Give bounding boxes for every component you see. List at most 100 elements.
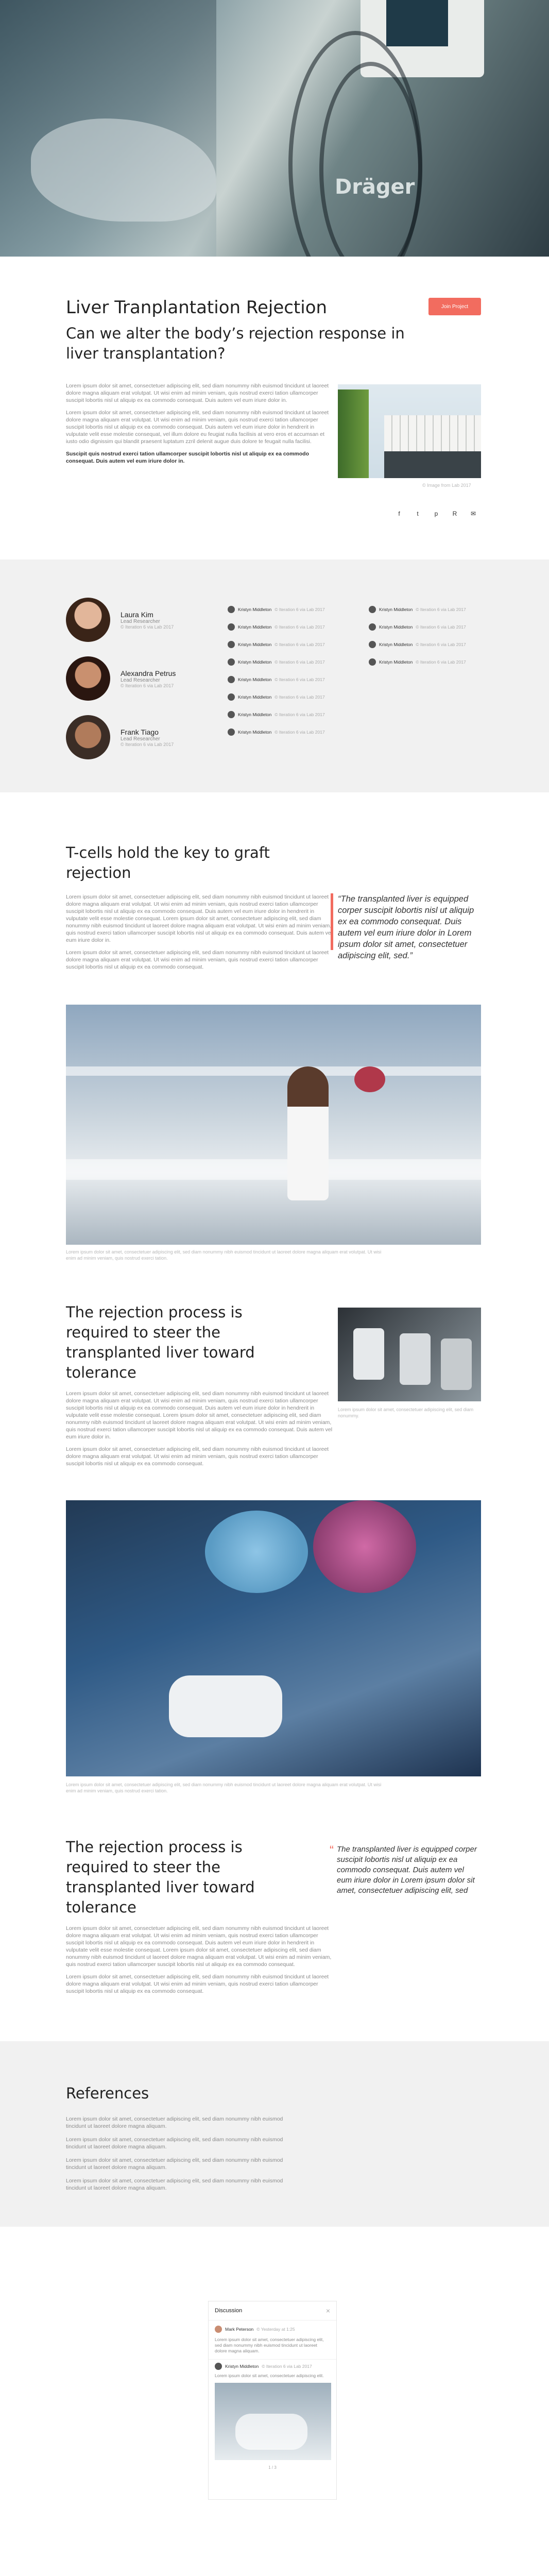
share-bar: f t p R ✉ (396, 510, 477, 517)
intro-paragraph-2: Lorem ipsum dolor sit amet, consectetuer… (66, 410, 329, 445)
lab-bench (66, 1159, 481, 1180)
tcells-pull-quote: “The transplanted liver is equipped corp… (338, 894, 474, 960)
activity-item[interactable]: Kristyn Middleton © Iteration 6 via Lab 2… (228, 676, 346, 683)
avatar (228, 728, 235, 736)
avatar (369, 623, 376, 631)
discussion-panel: Discussion × Mark Peterson © Yesterday at… (208, 2301, 337, 2500)
quote-mark-icon: “ (330, 1843, 334, 1857)
process-heading-1: The rejection process is required to ste… (66, 1303, 255, 1381)
activity-column-1: Kristyn Middleton © Iteration 6 via Lab 2… (228, 606, 346, 736)
microscope-caption: Lorem ipsum dolor sit amet, consectetuer… (338, 1407, 474, 1418)
member-meta: © Iteration 6 via Lab 2017 (121, 624, 174, 630)
process2-pull-quote: The transplanted liver is equipped corpe… (337, 1845, 477, 1895)
surgery-caption: Lorem ipsum dolor sit amet, consectetuer… (66, 1782, 382, 1793)
building-image (338, 384, 481, 478)
process-heading-2: The rejection process is required to ste… (66, 1838, 255, 1916)
avatar (369, 606, 376, 613)
process-text-2: Lorem ipsum dolor sit amet, consectetuer… (66, 1925, 334, 1995)
process1-paragraph-1: Lorem ipsum dolor sit amet, consectetuer… (66, 1391, 333, 1440)
microscope-3 (441, 1338, 472, 1390)
comment-text: Lorem ipsum dolor sit amet, consectetuer… (215, 2337, 324, 2353)
references-list: Lorem ipsum dolor sit amet, consectetuer… (66, 2115, 298, 2192)
activity-item[interactable]: Kristyn Middleton © Iteration 6 via Lab 2… (369, 641, 487, 648)
member-role: Lead Researcher (121, 618, 160, 624)
activity-column-2: Kristyn Middleton © Iteration 6 via Lab 2… (369, 606, 487, 666)
reference-item: Lorem ipsum dolor sit amet, consectetuer… (66, 2137, 283, 2150)
intro-paragraph-1: Lorem ipsum dolor sit amet, consectetuer… (66, 383, 329, 403)
member-name: Frank Tiago (121, 727, 159, 736)
process2-paragraph-2: Lorem ipsum dolor sit amet, consectetuer… (66, 1974, 329, 1994)
microscope-2 (400, 1333, 431, 1385)
close-icon[interactable]: × (326, 2307, 330, 2315)
pinterest-icon[interactable]: p (433, 510, 440, 517)
surgeon-cap-2 (313, 1500, 416, 1593)
team-member[interactable]: Alexandra Petrus Lead Researcher © Itera… (66, 656, 176, 701)
tcells-heading: T-cells hold the key to graft rejection (66, 844, 270, 882)
avatar (228, 623, 235, 631)
discussion-pager[interactable]: 1 / 3 (209, 2465, 336, 2470)
avatar (215, 2326, 222, 2333)
reference-item: Lorem ipsum dolor sit amet, consectetuer… (66, 2157, 283, 2171)
microscope-1 (353, 1328, 384, 1380)
team-member[interactable]: Laura Kim Lead Researcher © Iteration 6 … (66, 598, 176, 642)
avatar (228, 693, 235, 701)
hero-brand-text: Dräger (335, 175, 415, 199)
join-project-button[interactable]: Join Project (428, 298, 481, 315)
member-name: Alexandra Petrus (121, 669, 176, 677)
team-list: Laura Kim Lead Researcher © Iteration 6 … (66, 598, 176, 759)
email-icon[interactable]: ✉ (470, 510, 477, 517)
avatar (228, 641, 235, 648)
avatar (228, 711, 235, 718)
article-subtitle: Can we alter the body’s rejection respon… (66, 325, 405, 362)
activity-item[interactable]: Kristyn Middleton © Iteration 6 via Lab 2… (228, 728, 346, 736)
avatar (228, 606, 235, 613)
avatar (228, 658, 235, 666)
surgeon-cap (205, 1511, 308, 1593)
activity-item[interactable]: Kristyn Middleton © Iteration 6 via Lab 2… (369, 606, 487, 613)
researchgate-icon[interactable]: R (451, 510, 458, 517)
avatar (66, 598, 110, 642)
activity-item[interactable]: Kristyn Middleton © Iteration 6 via Lab 2… (228, 641, 346, 648)
activity-item[interactable]: Kristyn Middleton © Iteration 6 via Lab 2… (228, 606, 346, 613)
comment-image-flask (235, 2414, 307, 2450)
lab-image (66, 1005, 481, 1245)
tcells-paragraph-1: Lorem ipsum dolor sit amet, consectetuer… (66, 894, 333, 943)
references-heading: References (66, 2084, 149, 2102)
comment: Mark Peterson © Yesterday at 1:25 Lorem i… (209, 2320, 336, 2359)
building-caption: © Image from Lab 2017 (422, 483, 471, 488)
activity-item[interactable]: Kristyn Middleton © Iteration 6 via Lab 2… (369, 658, 487, 666)
avatar (66, 715, 110, 759)
facebook-icon[interactable]: f (396, 510, 403, 517)
tcells-text: Lorem ipsum dolor sit amet, consectetuer… (66, 893, 334, 971)
surgery-image (66, 1500, 481, 1776)
reference-item: Lorem ipsum dolor sit amet, consectetuer… (66, 2116, 283, 2129)
lab-shelf (66, 1066, 481, 1076)
avatar (66, 656, 110, 701)
process2-paragraph-1: Lorem ipsum dolor sit amet, consectetuer… (66, 1925, 332, 1968)
reference-item: Lorem ipsum dolor sit amet, consectetuer… (66, 2178, 283, 2191)
tcells-paragraph-2: Lorem ipsum dolor sit amet, consectetuer… (66, 950, 329, 970)
member-name: Laura Kim (121, 610, 153, 619)
twitter-icon[interactable]: t (414, 510, 421, 517)
avatar (369, 658, 376, 666)
process1-paragraph-2: Lorem ipsum dolor sit amet, consectetuer… (66, 1446, 329, 1467)
member-role: Lead Researcher (121, 736, 160, 742)
team-member[interactable]: Frank Tiago Lead Researcher © Iteration … (66, 715, 176, 759)
activity-item[interactable]: Kristyn Middleton © Iteration 6 via Lab 2… (228, 711, 346, 718)
microscope-image (338, 1308, 481, 1401)
member-role: Lead Researcher (121, 677, 160, 683)
activity-item[interactable]: Kristyn Middleton © Iteration 6 via Lab 2… (228, 658, 346, 666)
intro-text: Lorem ipsum dolor sit amet, consectetuer… (66, 382, 334, 465)
activity-item[interactable]: Kristyn Middleton © Iteration 6 via Lab 2… (228, 693, 346, 701)
lab-researcher (287, 1066, 329, 1200)
surgeon-gloves (169, 1675, 282, 1737)
page-title: Liver Tranplantation Rejection (66, 297, 328, 318)
avatar (369, 641, 376, 648)
building-base (384, 451, 481, 478)
hero-image: Dräger (0, 0, 549, 257)
avatar (228, 676, 235, 683)
comment: Kristyn Middleton © Iteration 6 via Lab 2… (209, 2359, 336, 2463)
activity-item[interactable]: Kristyn Middleton © Iteration 6 via Lab 2… (228, 623, 346, 631)
discussion-title: Discussion (215, 2308, 243, 2314)
activity-item[interactable]: Kristyn Middleton © Iteration 6 via Lab 2… (369, 623, 487, 631)
